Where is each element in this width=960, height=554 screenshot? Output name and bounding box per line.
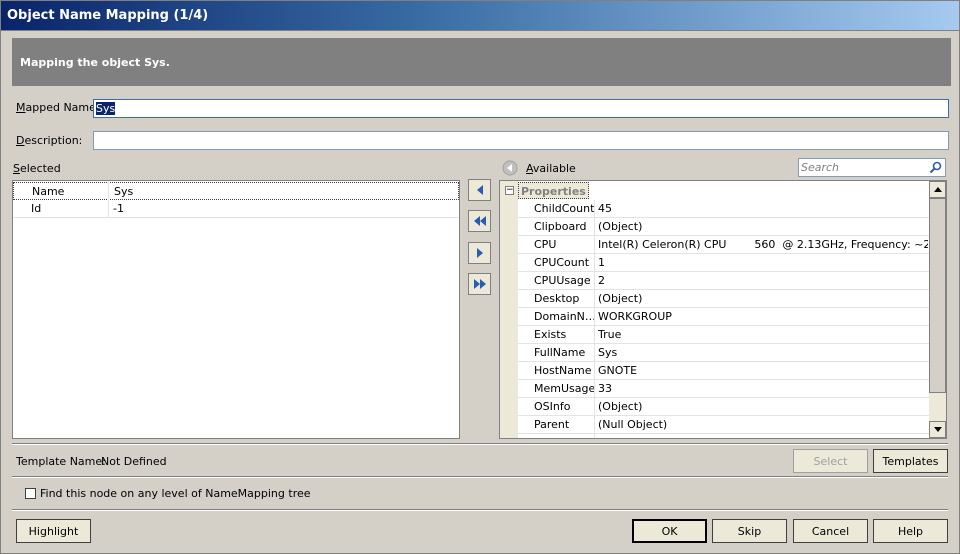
mapped-name-label: Mapped Name:: [16, 101, 100, 114]
back-icon[interactable]: [502, 160, 518, 179]
search-input[interactable]: Search: [798, 158, 946, 177]
scroll-down-button[interactable]: [929, 421, 946, 438]
selected-row-value: -1: [113, 202, 124, 215]
property-name: MemUsage: [534, 382, 594, 395]
available-grid[interactable]: − Properties ChildCount 45 Clipboard (Objec…: [499, 180, 947, 439]
property-name: Exists: [534, 328, 567, 341]
property-value: Sys: [598, 346, 618, 359]
search-placeholder: Search: [801, 161, 840, 174]
selected-row-name: Id: [31, 202, 42, 215]
search-icon: [929, 161, 942, 174]
find-node-checkbox[interactable]: [25, 488, 36, 499]
property-name: DomainN…: [534, 310, 594, 323]
property-value: (Object): [598, 292, 643, 305]
collapse-icon[interactable]: −: [505, 186, 514, 195]
property-name: Parent: [534, 418, 570, 431]
window-title: Object Name Mapping (1/4): [7, 8, 209, 23]
move-left-button[interactable]: [468, 179, 491, 201]
property-value: (Object): [598, 220, 643, 233]
list-item[interactable]: DomainN… WORKGROUP: [518, 308, 929, 326]
property-name: CPUUsage: [534, 274, 591, 287]
select-button[interactable]: Select: [793, 449, 868, 473]
property-value: Intel(R) Celeron(R) CPU 560 @ 2.13GHz, F…: [598, 238, 928, 251]
arrow-left-icon: [476, 185, 483, 195]
grid-gutter: [500, 181, 518, 438]
property-value: 33: [598, 382, 612, 395]
list-item[interactable]: CPUUsage 2: [518, 272, 929, 290]
table-row[interactable]: Name Sys: [13, 182, 459, 200]
table-row[interactable]: Id -1: [13, 200, 459, 218]
move-right-button[interactable]: [468, 242, 491, 264]
property-value: WORKGROUP: [598, 310, 672, 323]
property-name: FullName: [534, 346, 586, 359]
template-name-label: Template Name:: [16, 455, 106, 468]
scroll-up-icon: [933, 187, 942, 192]
list-item[interactable]: OSInfo (Object): [518, 398, 929, 416]
banner-text: Mapping the object Sys.: [20, 56, 170, 69]
separator: [12, 509, 948, 511]
scroll-thumb[interactable]: [929, 198, 946, 393]
property-name: ChildCount: [534, 202, 594, 215]
ok-button[interactable]: OK: [632, 519, 707, 543]
available-label: Available: [526, 162, 576, 175]
selected-grid[interactable]: Name Sys Id -1: [12, 180, 460, 439]
property-value: 45: [598, 202, 612, 215]
list-item[interactable]: CPUCount 1: [518, 254, 929, 272]
template-name-value: Not Defined: [101, 455, 167, 468]
arrow-right-icon: [476, 248, 483, 258]
list-item[interactable]: CPU Intel(R) Celeron(R) CPU 560 @ 2.13GHz…: [518, 236, 929, 254]
list-item[interactable]: MemUsage 33: [518, 380, 929, 398]
scroll-up-button[interactable]: [929, 181, 946, 198]
highlight-button[interactable]: Highlight: [16, 519, 91, 543]
skip-button[interactable]: Skip: [712, 519, 787, 543]
property-name: Clipboard: [534, 220, 587, 233]
selected-label: Selected: [13, 162, 61, 175]
property-name: CPUCount: [534, 256, 590, 269]
cancel-button[interactable]: Cancel: [793, 519, 868, 543]
property-name: Desktop: [534, 292, 580, 305]
property-name: OSInfo: [534, 400, 571, 413]
property-value: 2: [598, 274, 605, 287]
property-value: GNOTE: [598, 364, 638, 377]
separator: [12, 443, 948, 445]
double-arrow-left-icon: [473, 216, 486, 226]
property-value: True: [598, 328, 622, 341]
mapped-name-input[interactable]: Sys: [93, 99, 949, 118]
move-all-right-button[interactable]: [468, 273, 491, 295]
list-item[interactable]: HostName GNOTE: [518, 362, 929, 380]
selected-row-name: Name: [32, 185, 65, 198]
selected-row-value: Sys: [114, 185, 134, 198]
separator: [12, 476, 948, 478]
column-divider: [108, 181, 109, 218]
description-label: Description:: [16, 134, 83, 147]
column-divider: [594, 200, 595, 438]
property-value: 1: [598, 256, 605, 269]
properties-group[interactable]: Properties: [518, 182, 589, 199]
list-item[interactable]: Parent (Null Object): [518, 416, 929, 434]
property-name: CPU: [534, 238, 557, 251]
title-bar[interactable]: Object Name Mapping (1/4): [0, 0, 960, 31]
move-all-left-button[interactable]: [468, 210, 491, 232]
property-value: (Null Object): [598, 418, 668, 431]
find-node-label: Find this node on any level of NameMappi…: [40, 487, 311, 500]
list-item[interactable]: ChildCount 45: [518, 200, 929, 218]
property-value: (Object): [598, 400, 643, 413]
scroll-down-icon: [933, 427, 942, 432]
list-item[interactable]: Desktop (Object): [518, 290, 929, 308]
header-banner: Mapping the object Sys.: [12, 38, 951, 86]
property-name: HostName: [534, 364, 592, 377]
help-button[interactable]: Help: [873, 519, 948, 543]
list-item[interactable]: Clipboard (Object): [518, 218, 929, 236]
list-item[interactable]: FullName Sys: [518, 344, 929, 362]
description-input[interactable]: [93, 131, 949, 150]
templates-button[interactable]: Templates: [873, 449, 948, 473]
list-item[interactable]: Exists True: [518, 326, 929, 344]
mapped-name-value: Sys: [96, 102, 116, 115]
double-arrow-right-icon: [473, 279, 486, 289]
